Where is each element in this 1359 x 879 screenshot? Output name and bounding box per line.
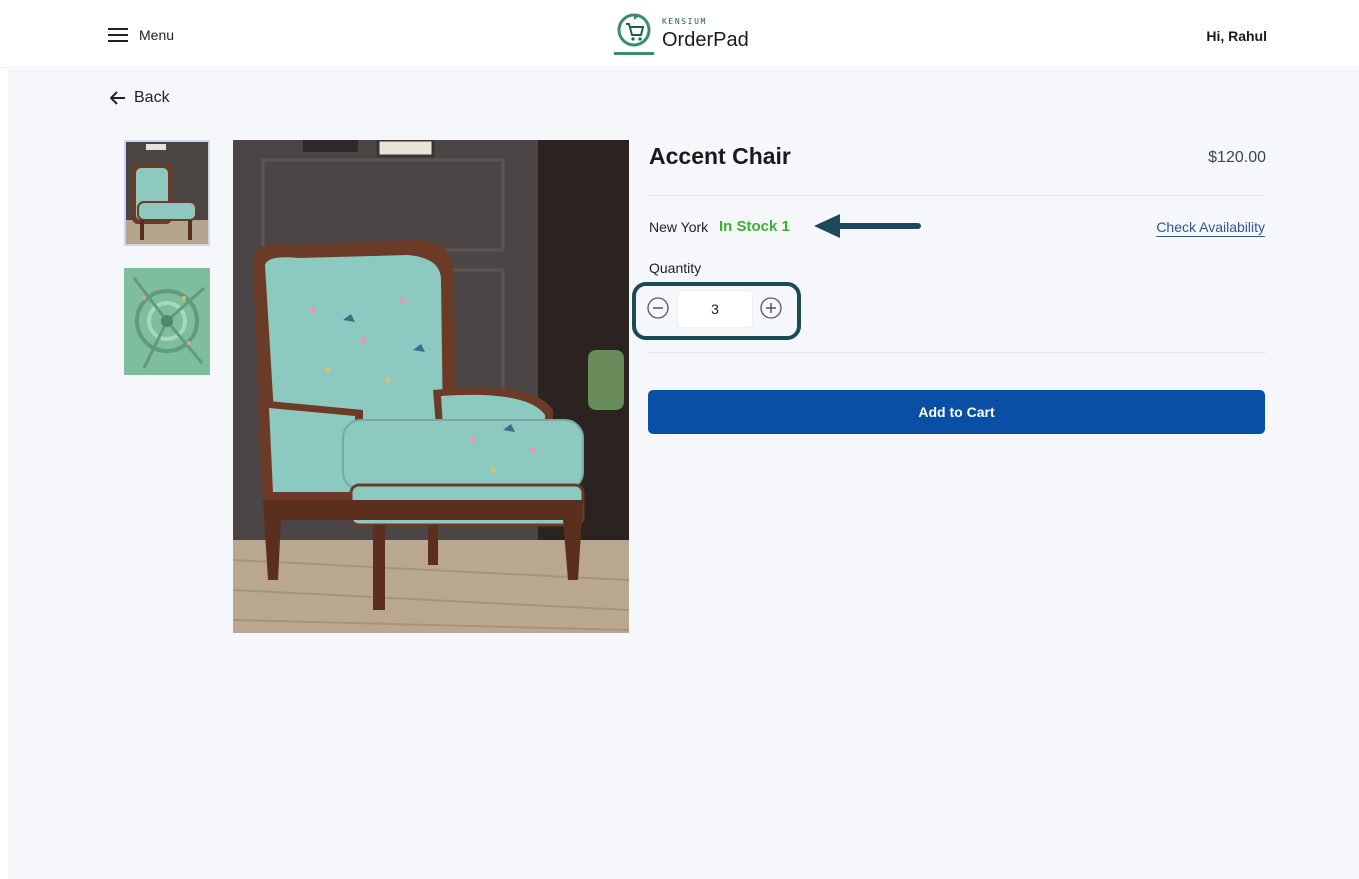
annotation-arrow-icon — [814, 214, 921, 238]
minus-circle-icon[interactable] — [646, 296, 670, 320]
product-price: $120.00 — [1208, 149, 1266, 166]
add-to-cart-button[interactable]: Add to Cart — [648, 390, 1265, 434]
chair-thumbnail-image — [126, 142, 208, 244]
product-title: Accent Chair — [649, 143, 791, 169]
logo-product-name: OrderPad — [662, 29, 749, 51]
accent-chair-image — [233, 140, 629, 633]
arrow-left-icon — [110, 91, 125, 105]
back-label: Back — [134, 89, 170, 106]
check-availability-link[interactable]: Check Availability — [1156, 219, 1265, 235]
quantity-stepper[interactable] — [677, 290, 753, 328]
main-content — [8, 69, 1359, 879]
location-label: New York — [649, 219, 709, 235]
thumbnail-fabric[interactable] — [124, 268, 210, 375]
divider — [648, 195, 1266, 196]
user-greeting[interactable]: Hi, Rahul — [1206, 28, 1267, 44]
menu-label: Menu — [139, 27, 175, 43]
menu-button[interactable]: Menu — [108, 24, 174, 46]
back-button[interactable]: Back — [110, 89, 170, 107]
cart-logo-icon — [617, 13, 651, 47]
top-bar: Menu KENSIUM OrderPad Hi, Rahul — [0, 0, 1359, 68]
plus-circle-icon[interactable] — [759, 296, 783, 320]
orderpad-logo[interactable]: KENSIUM OrderPad — [612, 12, 762, 58]
stock-status: In Stock 1 — [719, 218, 790, 235]
logo-underline — [614, 52, 654, 55]
quantity-label: Quantity — [649, 260, 702, 276]
product-main-image — [233, 140, 629, 633]
divider — [648, 352, 1266, 353]
fabric-thumbnail-image — [124, 268, 210, 375]
thumbnail-chair[interactable] — [124, 140, 210, 246]
logo-company: KENSIUM — [662, 17, 707, 26]
hamburger-menu-icon — [108, 28, 128, 42]
